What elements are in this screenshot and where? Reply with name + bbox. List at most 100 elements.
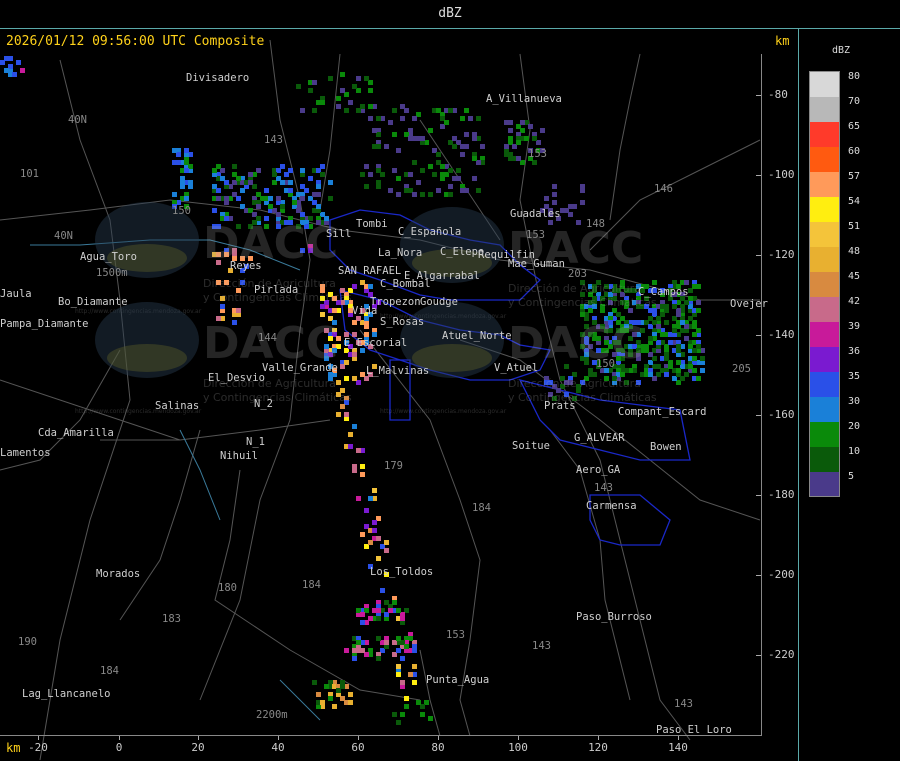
x-tick-label: 80: [431, 741, 445, 754]
watermark-sub: Dirección de Agricultura: [508, 377, 641, 390]
x-tick-mark: [518, 735, 519, 740]
echo-pixel: [468, 116, 473, 121]
echo-pixel: [372, 608, 377, 613]
echo-pixel: [428, 128, 433, 133]
echo-pixel: [384, 540, 389, 545]
echo-pixel: [300, 168, 305, 173]
place-label: Jaula: [0, 288, 32, 300]
echo-pixel: [400, 116, 405, 121]
echo-pixel: [308, 176, 313, 181]
place-label: Tombi: [356, 218, 388, 230]
echo-pixel: [648, 336, 653, 341]
echo-pixel: [12, 72, 17, 77]
echo-pixel: [428, 192, 433, 197]
road-number: 150: [172, 205, 191, 217]
place-label: V_Atuel: [494, 362, 539, 374]
place-label: Divisadero: [186, 72, 250, 84]
echo-pixel: [348, 432, 353, 437]
echo-pixel: [392, 168, 397, 173]
echo-pixel: [336, 96, 341, 101]
echo-pixel: [520, 120, 525, 125]
place-label: Lamentos: [0, 447, 51, 459]
place-label: Paso_El_Loro: [656, 724, 732, 736]
place-label: E_Algarrabal: [404, 270, 480, 282]
x-tick-mark: [278, 735, 279, 740]
echo-pixel: [376, 536, 381, 541]
echo-pixel: [676, 360, 681, 365]
echo-pixel: [364, 76, 369, 81]
legend-value: 51: [848, 221, 861, 232]
echo-pixel: [416, 700, 421, 705]
place-label: Aero_GA: [576, 464, 621, 476]
echo-pixel: [232, 164, 237, 169]
echo-pixel: [504, 144, 509, 149]
x-tick-mark: [198, 735, 199, 740]
legend-value: 39: [848, 321, 861, 332]
y-tick-label: -120: [768, 248, 795, 261]
echo-pixel: [568, 204, 573, 209]
echo-pixel: [320, 700, 325, 705]
echo-pixel: [428, 716, 433, 721]
echo-pixel: [320, 164, 325, 169]
echo-pixel: [700, 368, 705, 373]
echo-pixel: [400, 712, 405, 717]
echo-pixel: [552, 192, 557, 197]
echo-pixel: [276, 196, 281, 201]
place-label: Guadales: [510, 208, 561, 220]
echo-pixel: [532, 136, 537, 141]
place-label: Tropezon: [370, 296, 421, 308]
echo-pixel: [456, 168, 461, 173]
echo-pixel: [396, 648, 401, 653]
y-tick-mark: [756, 95, 762, 96]
echo-pixel: [672, 328, 677, 333]
echo-pixel: [460, 116, 465, 121]
echo-pixel: [392, 600, 397, 605]
echo-pixel: [372, 520, 377, 525]
echo-pixel: [352, 84, 357, 89]
place-label: Mae_Guman: [508, 258, 565, 270]
watermark-sub: Dirección de Agricultura: [508, 282, 641, 295]
road-number: 146: [654, 183, 673, 195]
x-tick-label: 140: [668, 741, 688, 754]
echo-pixel: [328, 196, 333, 201]
legend-value: 20: [848, 421, 861, 432]
echo-pixel: [360, 472, 365, 477]
echo-pixel: [408, 172, 413, 177]
echo-pixel: [360, 172, 365, 177]
legend-value: 35: [848, 371, 861, 382]
echo-pixel: [272, 172, 277, 177]
echo-pixel: [400, 680, 405, 685]
road-number: 143: [532, 640, 551, 652]
echo-pixel: [172, 148, 177, 153]
echo-pixel: [356, 448, 361, 453]
echo-pixel: [352, 376, 357, 381]
x-tick-mark: [598, 735, 599, 740]
echo-pixel: [396, 608, 401, 613]
echo-pixel: [180, 180, 185, 185]
echo-pixel: [328, 180, 333, 185]
place-label: Valle_Grande: [262, 362, 338, 374]
echo-pixel: [656, 364, 661, 369]
echo-pixel: [376, 616, 381, 621]
echo-pixel: [396, 636, 401, 641]
echo-pixel: [528, 124, 533, 129]
place-label: Pirlada: [254, 284, 299, 296]
echo-pixel: [348, 100, 353, 105]
echo-pixel: [396, 192, 401, 197]
echo-pixel: [280, 204, 285, 209]
road-number: 150: [596, 358, 615, 370]
echo-pixel: [692, 284, 697, 289]
radar-map[interactable]: DACCDirección de Agriculturay Contingenc…: [0, 29, 798, 761]
echo-pixel: [336, 412, 341, 417]
echo-pixel: [276, 212, 281, 217]
legend-value: 80: [848, 71, 861, 82]
echo-pixel: [348, 692, 353, 697]
road-number: 203: [568, 268, 587, 280]
echo-pixel: [644, 348, 649, 353]
echo-pixel: [540, 128, 545, 133]
echo-pixel: [452, 136, 457, 141]
echo-pixel: [696, 308, 701, 313]
echo-pixel: [288, 168, 293, 173]
road-number: 153: [528, 148, 547, 160]
echo-pixel: [444, 120, 449, 125]
